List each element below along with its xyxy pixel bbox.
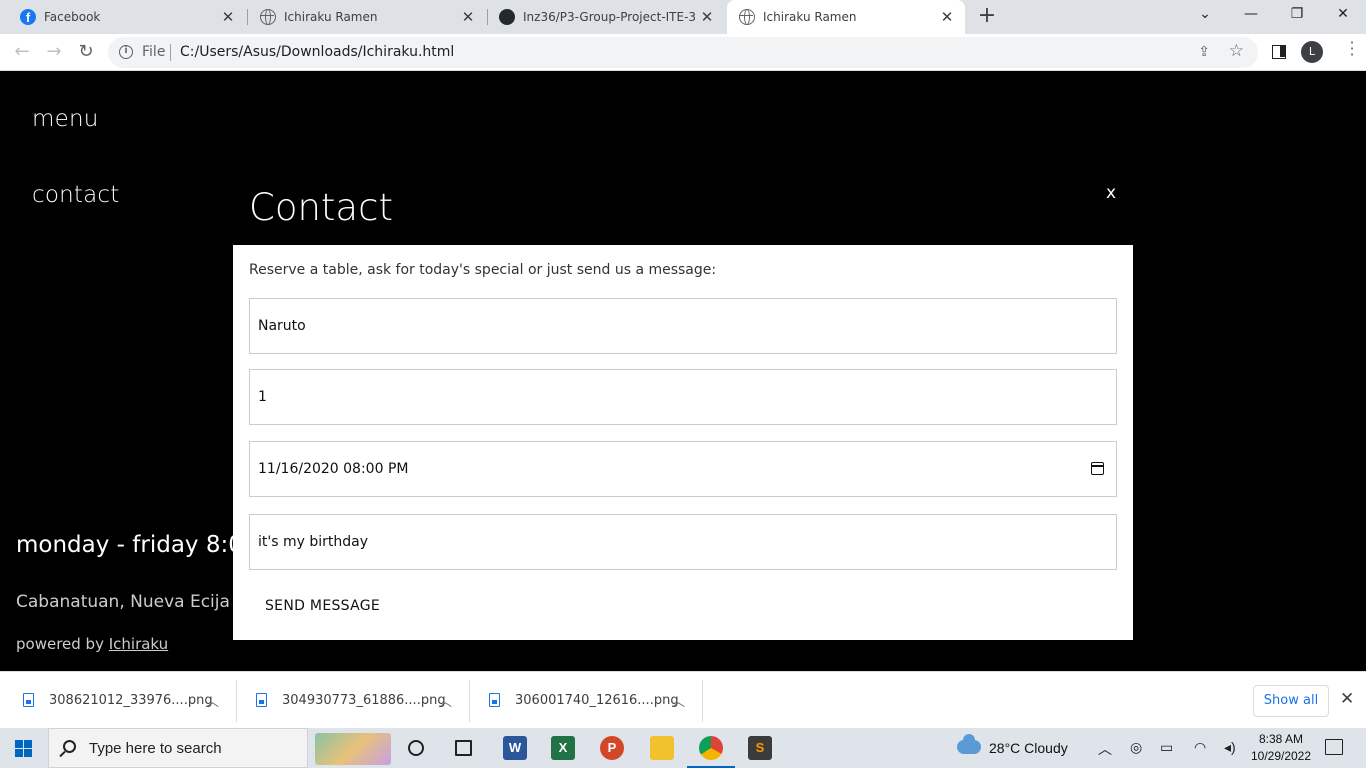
people-field[interactable]: 1 <box>249 369 1117 425</box>
file-icon <box>23 693 34 707</box>
share-icon[interactable]: ⇪ <box>1198 44 1210 60</box>
weather-text[interactable]: 28°C Cloudy <box>989 740 1068 756</box>
tab-search-button[interactable]: ⌄ <box>1192 4 1218 26</box>
new-tab-button[interactable]: + <box>976 5 998 28</box>
search-highlight-icon[interactable] <box>315 733 391 765</box>
minimize-button[interactable]: — <box>1238 4 1264 26</box>
modal-body: Reserve a table, ask for today's special… <box>233 245 1133 640</box>
notification-icon[interactable] <box>1325 739 1343 755</box>
sublime-text-icon[interactable]: S <box>748 736 772 760</box>
site-info-icon[interactable]: i <box>119 45 133 59</box>
github-icon <box>499 9 515 25</box>
word-icon[interactable]: W <box>503 736 527 760</box>
tab-title: Ichiraku Ramen <box>284 10 378 24</box>
taskbar-search-box[interactable]: Type here to search <box>48 728 391 768</box>
nav-link-menu[interactable]: menu <box>32 106 99 132</box>
browser-toolbar: ← → ↻ i File C:/Users/Asus/Downloads/Ich… <box>0 34 1366 71</box>
send-message-button[interactable]: SEND MESSAGE <box>249 589 397 623</box>
globe-icon <box>739 9 755 25</box>
search-placeholder: Type here to search <box>89 740 222 757</box>
taskbar-clock[interactable]: 8:38 AM 10/29/2022 <box>1250 731 1312 765</box>
back-button[interactable]: ← <box>11 41 33 63</box>
clock-time: 8:38 AM <box>1258 732 1304 746</box>
wifi-icon[interactable]: ◠ <box>1194 739 1206 756</box>
tab-close-icon[interactable]: ✕ <box>220 9 236 25</box>
volume-icon[interactable]: ◂) <box>1224 739 1236 756</box>
location-text: Cabanatuan, Nueva Ecija <box>16 592 230 612</box>
name-field[interactable]: Naruto <box>249 298 1117 354</box>
contact-intro: Reserve a table, ask for today's special… <box>249 262 717 278</box>
cloudy-weather-icon[interactable] <box>957 734 981 754</box>
chevron-up-icon[interactable]: ︿ <box>672 691 685 710</box>
tab-close-icon[interactable]: ✕ <box>699 9 715 25</box>
modal-header: Contact x <box>233 174 1133 245</box>
calendar-icon[interactable] <box>1091 462 1104 475</box>
address-divider <box>170 44 171 61</box>
windows-taskbar: Type here to search W X P S 28°C Cloudy … <box>0 728 1366 768</box>
tab-close-icon[interactable]: ✕ <box>939 9 955 25</box>
forward-button[interactable]: → <box>43 41 65 63</box>
tab-title: Ichiraku Ramen <box>763 10 857 24</box>
download-filename: 304930773_61886....png <box>282 693 446 708</box>
message-field[interactable]: it's my birthday <box>249 514 1117 570</box>
restore-button[interactable]: ❐ <box>1284 4 1310 26</box>
downloads-shelf: 308621012_33976....png ︿ 304930773_61886… <box>0 671 1366 728</box>
opening-hours: monday - friday 8:00 <box>16 532 258 558</box>
web-page: menu contact monday - friday 8:00 Cabana… <box>0 71 1366 671</box>
facebook-icon: f <box>20 9 36 25</box>
download-item[interactable]: 304930773_61886....png ︿ <box>233 672 469 729</box>
download-divider <box>702 680 703 722</box>
profile-avatar[interactable]: L <box>1301 41 1323 63</box>
file-icon <box>489 693 500 707</box>
side-panel-icon[interactable] <box>1272 45 1286 59</box>
search-icon <box>63 740 76 753</box>
close-shelf-icon[interactable]: ✕ <box>1340 689 1354 709</box>
download-filename: 308621012_33976....png <box>49 693 213 708</box>
file-explorer-icon[interactable] <box>650 736 674 760</box>
clock-date: 10/29/2022 <box>1250 749 1312 763</box>
tab-github-repo[interactable]: Inz36/P3-Group-Project-ITE-306- ✕ <box>487 0 725 34</box>
download-filename: 306001740_12616....png <box>515 693 679 708</box>
task-view-icon[interactable] <box>455 740 472 756</box>
tab-close-icon[interactable]: ✕ <box>460 9 476 25</box>
modal-close-button[interactable]: x <box>1106 183 1116 203</box>
reload-button[interactable]: ↻ <box>75 41 97 63</box>
powered-by: powered by Ichiraku <box>16 635 168 653</box>
file-icon <box>256 693 267 707</box>
tab-facebook[interactable]: f Facebook ✕ <box>8 0 246 34</box>
chrome-icon[interactable] <box>687 736 735 768</box>
address-bar[interactable]: i File C:/Users/Asus/Downloads/Ichiraku.… <box>108 37 1258 68</box>
nav-link-contact[interactable]: contact <box>32 182 119 208</box>
datetime-value: 11/16/2020 08:00 PM <box>258 461 409 477</box>
tab-title: Facebook <box>44 10 101 24</box>
contact-modal: Contact x Reserve a table, ask for today… <box>233 174 1133 640</box>
url-text[interactable]: C:/Users/Asus/Downloads/Ichiraku.html <box>180 44 454 60</box>
excel-icon[interactable]: X <box>551 736 575 760</box>
browser-tab-strip: f Facebook ✕ Ichiraku Ramen ✕ Inz36/P3-G… <box>0 0 1366 34</box>
battery-icon[interactable]: ▭ <box>1160 739 1173 756</box>
chevron-up-icon[interactable]: ︿ <box>439 691 452 710</box>
cortana-icon[interactable] <box>408 740 424 756</box>
tab-title: Inz36/P3-Group-Project-ITE-306- <box>523 10 695 24</box>
tab-ichiraku-ramen[interactable]: Ichiraku Ramen ✕ <box>248 0 486 34</box>
powered-by-link[interactable]: Ichiraku <box>109 635 168 653</box>
browser-menu-icon[interactable]: · · · <box>1348 35 1356 63</box>
download-item[interactable]: 308621012_33976....png ︿ <box>0 672 236 729</box>
powerpoint-icon[interactable]: P <box>600 736 624 760</box>
meet-now-icon[interactable]: ◎ <box>1130 739 1142 756</box>
bookmark-star-icon[interactable]: ☆ <box>1229 41 1244 61</box>
chevron-up-icon[interactable]: ︿ <box>206 691 219 710</box>
globe-icon <box>260 9 276 25</box>
scheme-label: File <box>142 44 166 60</box>
download-item[interactable]: 306001740_12616....png ︿ <box>466 672 702 729</box>
powered-by-prefix: powered by <box>16 635 109 653</box>
datetime-field[interactable]: 11/16/2020 08:00 PM <box>249 441 1117 497</box>
modal-title: Contact <box>249 186 393 229</box>
windows-start-icon[interactable] <box>15 740 32 757</box>
chevron-up-icon[interactable]: ︿ <box>1098 739 1112 759</box>
show-all-button[interactable]: Show all <box>1253 685 1329 717</box>
window-close-button[interactable]: ✕ <box>1330 4 1356 26</box>
tab-ichiraku-ramen-active[interactable]: Ichiraku Ramen ✕ <box>727 0 965 34</box>
